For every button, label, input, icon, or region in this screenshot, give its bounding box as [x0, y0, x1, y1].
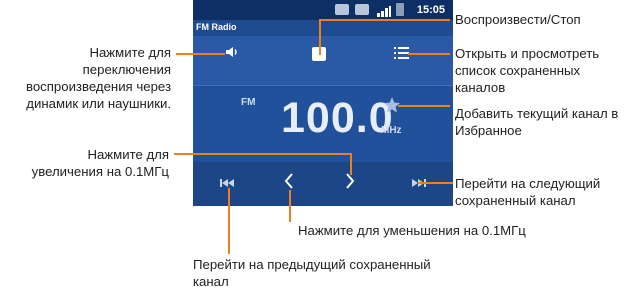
callout-line-step-up-h: [174, 153, 352, 155]
signal-icon: [377, 4, 391, 17]
annotation-prev-channel: Перейти на предыдущий сохраненный канал: [193, 257, 431, 289]
step-down-button[interactable]: [282, 171, 296, 191]
speaker-icon: [226, 47, 237, 57]
callout-line-next: [418, 182, 453, 184]
callout-line-favorite: [398, 105, 450, 107]
frequency-display: 100.0: [281, 94, 394, 142]
callout-line-prev: [228, 188, 230, 254]
band-label: FM: [241, 97, 256, 108]
app-title: FM Radio: [196, 22, 237, 32]
annotation-favorite: Добавить текущий канал в Избранное: [455, 106, 619, 138]
callout-line-stop-h: [319, 19, 450, 21]
battery-icon: [396, 3, 404, 16]
notification-icon: [335, 4, 349, 15]
callout-line-step-down: [289, 190, 291, 222]
annotation-step-up: Нажмите для увеличения на 0.1МГц: [31, 147, 169, 179]
status-clock: 15:05: [416, 4, 445, 16]
annotation-speaker: Нажмите для переключения воспроизведения…: [25, 45, 171, 111]
chevron-left-icon: [284, 173, 293, 189]
previous-channel-icon: [220, 179, 234, 187]
annotation-stop: Воспроизвести/Стоп: [455, 12, 581, 27]
data-icon: [355, 4, 369, 15]
callout-line-speaker: [176, 53, 225, 55]
callout-line-stop: [319, 19, 321, 55]
callout-line-step-up-v: [350, 153, 352, 175]
status-bar: 15:05: [193, 0, 453, 20]
speaker-toggle-button[interactable]: [223, 43, 241, 61]
annotation-step-down: Нажмите для уменьшения на 0.1МГц: [298, 223, 526, 238]
annotation-list: Открыть и просмотреть список сохраненных…: [455, 46, 600, 95]
phone-screen: 15:05 FM Radio FM 100.0 MHz: [193, 0, 453, 206]
divider: [193, 85, 453, 86]
annotation-next-channel: Перейти на следующий сохраненный канал: [455, 176, 601, 208]
previous-channel-button[interactable]: [219, 176, 235, 188]
callout-line-list: [408, 53, 450, 55]
frequency-unit: MHz: [381, 125, 402, 136]
